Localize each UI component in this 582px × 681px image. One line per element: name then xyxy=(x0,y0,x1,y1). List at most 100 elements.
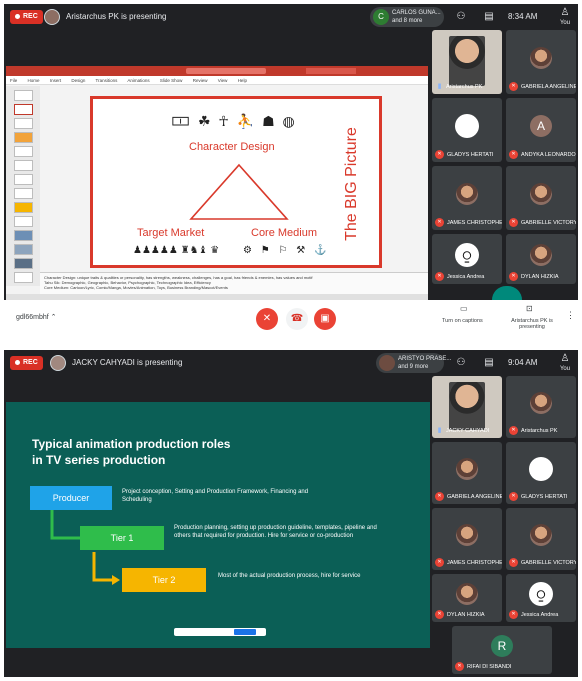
ribbon-tab-review[interactable]: Review xyxy=(193,78,208,83)
more-options-icon[interactable]: ⋮ xyxy=(566,310,575,321)
participant-tile[interactable]: ✕ JAMES CHRISTOPHER xyxy=(432,166,502,230)
mic-muted-icon: ✕ xyxy=(509,218,518,227)
participant-tile[interactable]: ▮ Aristarchus PK xyxy=(432,30,502,94)
ribbon-tab-file[interactable]: File xyxy=(10,78,17,83)
slide-thumb[interactable] xyxy=(14,160,33,171)
speaker-notes[interactable]: Character Design: unique traits & qualit… xyxy=(40,272,428,294)
slide-thumbnail-strip xyxy=(6,86,40,286)
ribbon-tab-design[interactable]: Design xyxy=(71,78,85,83)
slide-thumb[interactable] xyxy=(14,258,33,269)
leave-call-button[interactable]: ☎ xyxy=(286,308,308,330)
participant-tile[interactable]: ✕ GABRIELLE VICTORY xyxy=(506,508,576,570)
ribbon-tab-help[interactable]: Help xyxy=(238,78,247,83)
self-view[interactable]: ♙ You xyxy=(556,352,574,374)
participant-name: ✕ DYLAN HIZKIA xyxy=(435,610,485,619)
meeting-code[interactable]: gdl66mbhf ⌃ xyxy=(16,313,57,321)
participant-tile[interactable]: ✕ GABRIELLE VICTORY xyxy=(506,166,576,230)
ribbon-tab-slideshow[interactable]: Slide Show xyxy=(160,78,183,83)
mic-muted-icon: ✕ xyxy=(509,558,518,567)
mic-muted-icon: ✕ xyxy=(509,150,518,159)
slide-thumb[interactable] xyxy=(14,272,33,283)
chat-icon[interactable]: ▤ xyxy=(482,356,496,370)
participant-name: ✕ GABRIELA ANGELINE xyxy=(435,492,502,501)
slide-thumb[interactable] xyxy=(14,146,33,157)
tier1-description: Production planning, setting up producti… xyxy=(174,525,377,539)
avatar-photo xyxy=(456,458,478,480)
participant-name: ✕ GLADYS HERTATI xyxy=(509,492,567,501)
participant-tile[interactable]: ✕ DYLAN HIZKIA xyxy=(506,234,576,284)
participant-tile[interactable]: ✕ GABRIELA ANGELINE xyxy=(506,30,576,94)
mic-muted-icon: ✕ xyxy=(509,426,518,435)
slide-thumb[interactable] xyxy=(14,118,33,129)
participant-name: ✕ RIFAI DI SIBANDI xyxy=(455,662,511,671)
participant-tile[interactable]: ⍜ ✕ Jessica Andrea xyxy=(506,574,576,622)
presenting-status-label[interactable]: Aristarchus PK is presenting xyxy=(508,318,556,330)
participant-name: ✕ JAMES CHRISTOPHER xyxy=(435,218,502,227)
self-view[interactable]: ♙ You xyxy=(556,6,574,28)
slide-thumb[interactable] xyxy=(14,230,33,241)
chat-icon[interactable]: ▤ xyxy=(482,10,496,24)
target-market-icons: ♟♟♟♟♟ ♜♞♝ ♛ xyxy=(133,245,220,256)
avatar-blank xyxy=(455,114,479,138)
participant-name: ▮ Aristarchus PK xyxy=(435,82,483,91)
slide-thumb[interactable] xyxy=(14,90,33,101)
stop-sharing-button[interactable] xyxy=(234,629,256,635)
participant-name-text: Jessica Andrea xyxy=(447,273,485,280)
participant-name: ✕ Jessica Andrea xyxy=(509,610,558,619)
people-icon[interactable]: ⚇ xyxy=(454,10,468,24)
participant-name: ✕ Jessica Andrea xyxy=(435,272,484,281)
tier1-box: Tier 1 xyxy=(80,526,164,550)
participant-tile[interactable]: ⍜ ✕ Jessica Andrea xyxy=(432,234,502,284)
chip-avatar: C xyxy=(373,9,389,25)
avatar-initial: A xyxy=(530,115,552,137)
ribbon-tab-transitions[interactable]: Transitions xyxy=(96,78,118,83)
participant-name-text: Aristarchus PK xyxy=(446,83,483,90)
slide-thumb[interactable] xyxy=(14,202,33,213)
participants-chip[interactable]: C CARLOS GUNA... and 8 more xyxy=(370,7,444,27)
slide-thumb[interactable] xyxy=(14,174,33,185)
person-icon: ♙ xyxy=(560,7,570,18)
participant-name: ✕ GABRIELLE VICTORY xyxy=(509,218,576,227)
producer-description: Project conception, Setting and Producti… xyxy=(122,489,309,503)
slide-thumb-selected[interactable] xyxy=(14,104,33,115)
ribbon-tab-view[interactable]: View xyxy=(218,78,228,83)
top-bar: REC Aristarchus PK is presenting C CARLO… xyxy=(4,4,578,30)
mic-muted-icon: ✕ xyxy=(435,272,444,281)
screen-share-notice xyxy=(174,628,266,636)
ribbon-tab-insert[interactable]: Insert xyxy=(50,78,61,83)
ppt-search-box[interactable] xyxy=(186,68,266,74)
people-icon[interactable]: ⚇ xyxy=(454,356,468,370)
captions-label[interactable]: Turn on captions xyxy=(442,318,483,324)
participant-name-text: GABRIELLE VICTORY xyxy=(521,219,576,226)
participant-tile[interactable]: ✕ GLADYS HERTATI xyxy=(506,442,576,504)
captions-icon[interactable]: ▭ xyxy=(460,304,468,313)
ribbon-tab-animations[interactable]: Animations xyxy=(127,78,149,83)
participant-tile[interactable]: ✕ GLADYS HERTATI xyxy=(432,98,502,162)
chip-name: CARLOS GUNA... xyxy=(392,10,441,16)
participant-tile[interactable]: A ✕ ANDYKA LEONARDO xyxy=(506,98,576,162)
participant-tile[interactable]: R ✕ RIFAI DI SIBANDI xyxy=(452,626,552,674)
meet-screenshot-2: REC JACKY CAHYADI is presenting ARISTYO … xyxy=(4,350,578,677)
participant-name-text: ANDYKA LEONARDO xyxy=(521,151,576,158)
slide-thumb[interactable] xyxy=(14,244,33,255)
participant-name: ✕ GABRIELLE VICTORY xyxy=(509,558,576,567)
participant-tile[interactable]: ✕ Aristarchus PK xyxy=(506,376,576,438)
logo-avatar-icon: ⍜ xyxy=(529,582,553,606)
participant-name: ✕ DYLAN HIZKIA xyxy=(509,272,559,281)
participant-tile[interactable]: ✕ DYLAN HIZKIA xyxy=(432,574,502,622)
slide-thumb[interactable] xyxy=(14,132,33,143)
participants-chip[interactable]: ARISTYO PRASE... and 9 more xyxy=(376,353,451,373)
core-medium-icons: ⚙ ⚑ ⚐ ⚒ ⚓ xyxy=(243,245,330,256)
participant-name-text: JAMES CHRISTOPHER xyxy=(447,559,502,566)
present-icon[interactable]: ⊡ xyxy=(526,304,533,313)
participant-tile[interactable]: ✕ JAMES CHRISTOPHER xyxy=(432,508,502,570)
participant-tile[interactable]: ✕ GABRIELA ANGELINE xyxy=(432,442,502,504)
mic-muted-icon: ✕ xyxy=(509,272,518,281)
slide-thumb[interactable] xyxy=(14,216,33,227)
triangle-diagram xyxy=(189,163,289,220)
ribbon-tab-home[interactable]: Home xyxy=(28,78,40,83)
camera-off-button[interactable]: ▣ xyxy=(314,308,336,330)
participant-tile[interactable]: ▮ JACKY CAHYADI xyxy=(432,376,502,438)
slide-thumb[interactable] xyxy=(14,188,33,199)
microphone-off-button[interactable]: ✕ xyxy=(256,308,278,330)
